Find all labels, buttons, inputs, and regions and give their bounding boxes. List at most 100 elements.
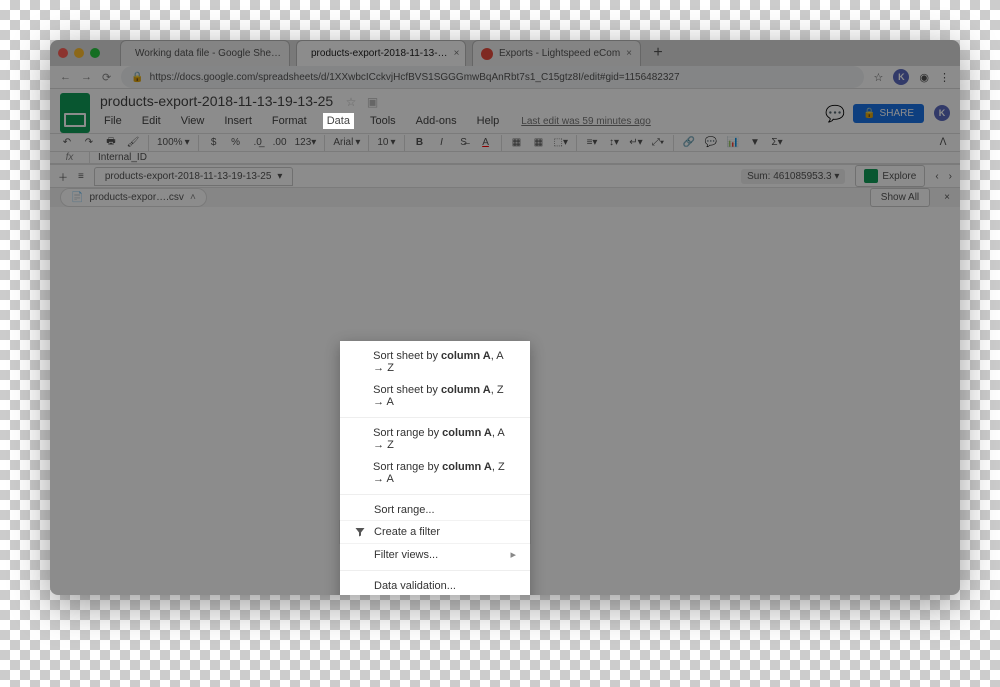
menu-insert[interactable]: Insert bbox=[220, 113, 256, 129]
fill-color-button[interactable]: ▦ bbox=[510, 137, 524, 148]
decrease-decimal-button[interactable]: .0̲ bbox=[251, 137, 265, 148]
chevron-up-icon[interactable]: ˄ bbox=[190, 192, 196, 203]
address-field[interactable]: 🔒 https://docs.google.com/spreadsheets/d… bbox=[121, 66, 863, 88]
sheet-tab-bar: ＋ ≡ products-export-2018-11-13-19-13-25 … bbox=[50, 164, 960, 187]
menu-item[interactable]: Sort range by column A, A → Z bbox=[340, 422, 530, 456]
browser-url-bar: ← → ⟳ 🔒 https://docs.google.com/spreadsh… bbox=[50, 66, 960, 89]
formula-value[interactable]: Internal_ID bbox=[90, 152, 155, 163]
menu-item[interactable]: Data validation... bbox=[340, 575, 530, 595]
h-align-button[interactable]: ≡▾ bbox=[585, 137, 599, 148]
text-color-button[interactable]: A bbox=[479, 137, 493, 148]
download-chip[interactable]: 📄 products-expor….csv ˄ bbox=[60, 188, 207, 207]
browser-tab-1[interactable]: Working data file - Google She… bbox=[120, 40, 290, 66]
scroll-left-button[interactable]: ‹ bbox=[935, 171, 938, 182]
rotate-button[interactable]: ⤢▾ bbox=[651, 137, 665, 148]
menu-add-ons[interactable]: Add-ons bbox=[412, 113, 461, 129]
menu-item[interactable]: Sort sheet by column A, Z → A bbox=[340, 379, 530, 413]
filter-button[interactable]: ▼ bbox=[748, 137, 762, 148]
menu-bar: File Edit View Insert Format Data Tools Add-ons… bbox=[100, 111, 651, 133]
tab-title: Working data file - Google She… bbox=[135, 48, 281, 59]
sheets-logo-icon[interactable] bbox=[60, 93, 90, 133]
increase-decimal-button[interactable]: .00 bbox=[273, 137, 287, 148]
v-align-button[interactable]: ↕▾ bbox=[607, 137, 621, 148]
tab-title: Exports - Lightspeed eCom bbox=[499, 48, 620, 59]
sheet-tab-menu-icon[interactable]: ▾ bbox=[277, 171, 282, 182]
paint-format-button[interactable]: 🖌 bbox=[126, 137, 140, 148]
menu-format[interactable]: Format bbox=[268, 113, 311, 129]
comments-icon[interactable]: 💬 bbox=[825, 104, 843, 122]
star-icon[interactable]: ☆ bbox=[346, 95, 357, 109]
edit-history-link[interactable]: Last edit was 59 minutes ago bbox=[521, 116, 651, 127]
filter-icon bbox=[354, 526, 366, 538]
toolbar: ↶ ↷ 🖶 🖌 100%▾ $ % .0̲ .00 123▾ Arial▾ 10… bbox=[50, 133, 960, 152]
more-formats-button[interactable]: 123▾ bbox=[295, 137, 317, 148]
chart-button[interactable]: 📊 bbox=[726, 137, 740, 148]
format-percent-button[interactable]: % bbox=[229, 137, 243, 148]
downloads-bar: 📄 products-expor….csv ˄ Show All × bbox=[50, 187, 960, 207]
document-title[interactable]: products-export-2018-11-13-19-13-25 bbox=[100, 93, 333, 109]
print-button[interactable]: 🖶 bbox=[104, 134, 118, 151]
new-tab-button[interactable]: + bbox=[647, 44, 669, 62]
expand-toolbar-button[interactable]: ᐱ bbox=[936, 137, 950, 148]
explore-icon bbox=[864, 169, 878, 183]
menu-item[interactable]: Sort range... bbox=[340, 499, 530, 521]
window-zoom[interactable] bbox=[90, 48, 100, 58]
share-label: SHARE bbox=[880, 108, 914, 119]
comment-button[interactable]: 💬 bbox=[704, 137, 718, 148]
explore-button[interactable]: Explore bbox=[855, 165, 925, 187]
italic-button[interactable]: I bbox=[435, 137, 449, 148]
menu-edit[interactable]: Edit bbox=[138, 113, 165, 129]
data-menu-dropdown: Sort sheet by column A, A → ZSort sheet … bbox=[340, 341, 530, 595]
menu-item[interactable]: Filter views...▸ bbox=[340, 543, 530, 566]
window-minimize[interactable] bbox=[74, 48, 84, 58]
tab-close-icon[interactable]: × bbox=[454, 48, 460, 59]
link-button[interactable]: 🔗 bbox=[682, 137, 696, 148]
quicksum-display[interactable]: Sum: 461085953.3 ▾ bbox=[741, 169, 845, 184]
move-folder-icon[interactable]: ▣ bbox=[367, 95, 378, 109]
zoom-select[interactable]: 100%▾ bbox=[157, 137, 190, 148]
add-sheet-button[interactable]: ＋ bbox=[58, 169, 68, 184]
font-size-select[interactable]: 10▾ bbox=[377, 137, 395, 148]
tab-close-icon[interactable]: × bbox=[626, 48, 632, 59]
fx-label: fx bbox=[50, 152, 90, 163]
docs-header: products-export-2018-11-13-19-13-25 ☆ ▣ … bbox=[50, 89, 960, 133]
menu-tools[interactable]: Tools bbox=[366, 113, 400, 129]
show-all-downloads-button[interactable]: Show All bbox=[870, 188, 930, 207]
undo-button[interactable]: ↶ bbox=[60, 137, 74, 148]
menu-item[interactable]: Sort range by column A, Z → A bbox=[340, 456, 530, 490]
scroll-right-button[interactable]: › bbox=[949, 171, 952, 182]
font-select[interactable]: Arial▾ bbox=[333, 137, 360, 148]
browser-menu-icon[interactable]: ⋮ bbox=[939, 71, 950, 84]
menu-item[interactable]: Create a filter bbox=[340, 521, 530, 543]
browser-tab-3[interactable]: Exports - Lightspeed eCom × bbox=[472, 40, 641, 66]
share-button[interactable]: 🔒 SHARE bbox=[853, 104, 924, 123]
account-avatar[interactable]: K bbox=[934, 105, 950, 121]
menu-file[interactable]: File bbox=[100, 113, 126, 129]
all-sheets-button[interactable]: ≡ bbox=[78, 171, 84, 182]
window-close[interactable] bbox=[58, 48, 68, 58]
menu-help[interactable]: Help bbox=[473, 113, 504, 129]
redo-button[interactable]: ↷ bbox=[82, 137, 96, 148]
menu-view[interactable]: View bbox=[177, 113, 209, 129]
browser-tab-2[interactable]: products-export-2018-11-13-… × bbox=[296, 40, 466, 66]
extension-icon[interactable]: ◉ bbox=[919, 71, 929, 84]
format-currency-button[interactable]: $ bbox=[207, 137, 221, 148]
file-icon: 📄 bbox=[71, 192, 83, 203]
bold-button[interactable]: B bbox=[413, 137, 427, 148]
star-bookmark-icon[interactable]: ☆ bbox=[874, 71, 884, 84]
borders-button[interactable]: ▦ bbox=[532, 137, 546, 148]
forward-button[interactable]: → bbox=[81, 71, 92, 83]
functions-button[interactable]: Σ▾ bbox=[770, 137, 784, 148]
sheet-tab[interactable]: products-export-2018-11-13-19-13-25 ▾ bbox=[94, 167, 294, 186]
wrap-button[interactable]: ↵▾ bbox=[629, 137, 643, 148]
back-button[interactable]: ← bbox=[60, 71, 71, 83]
reload-button[interactable]: ⟳ bbox=[102, 71, 111, 84]
close-downloads-bar-button[interactable]: × bbox=[944, 192, 950, 203]
profile-avatar[interactable]: K bbox=[893, 69, 909, 85]
strikethrough-button[interactable]: S̶ bbox=[457, 137, 471, 148]
menu-data[interactable]: Data bbox=[323, 113, 354, 129]
menu-item[interactable]: Sort sheet by column A, A → Z bbox=[340, 345, 530, 379]
chevron-right-icon: ▸ bbox=[510, 548, 516, 561]
merge-button[interactable]: ⬚▾ bbox=[554, 137, 568, 148]
lock-icon: 🔒 bbox=[863, 108, 875, 119]
